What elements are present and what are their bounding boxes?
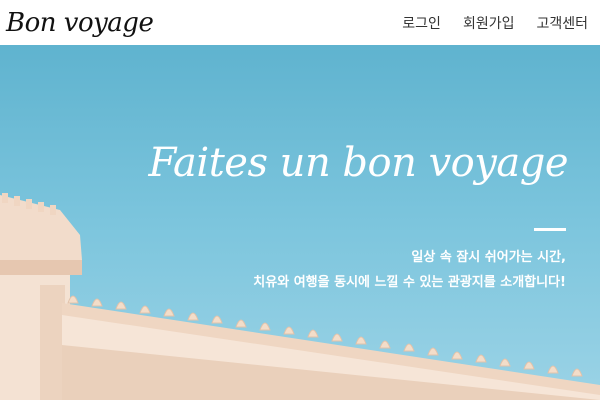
nav-support-link[interactable]: 고객센터 (536, 13, 588, 33)
hero-building-image (0, 193, 600, 400)
hero-description-line-2: 치유와 여행을 동시에 느낄 수 있는 관광지를 소개합니다! (253, 275, 566, 290)
hero-banner: Faites un bon voyage 일상 속 잠시 쉬어가는 시간, 치유… (0, 45, 600, 400)
nav-login-link[interactable]: 로그인 (402, 13, 441, 33)
top-nav: 로그인 회원가입 고객센터 (402, 13, 588, 33)
hero-title: Faites un bon voyage (148, 140, 569, 186)
hero-description: 일상 속 잠시 쉬어가는 시간, 치유와 여행을 동시에 느낄 수 있는 관광지… (253, 245, 566, 295)
site-logo[interactable]: Bon voyage (6, 8, 154, 38)
site-header: Bon voyage 로그인 회원가입 고객센터 (0, 0, 600, 45)
hero-divider (534, 228, 566, 231)
hero-description-line-1: 일상 속 잠시 쉬어가는 시간, (411, 250, 566, 265)
nav-signup-link[interactable]: 회원가입 (463, 13, 515, 33)
